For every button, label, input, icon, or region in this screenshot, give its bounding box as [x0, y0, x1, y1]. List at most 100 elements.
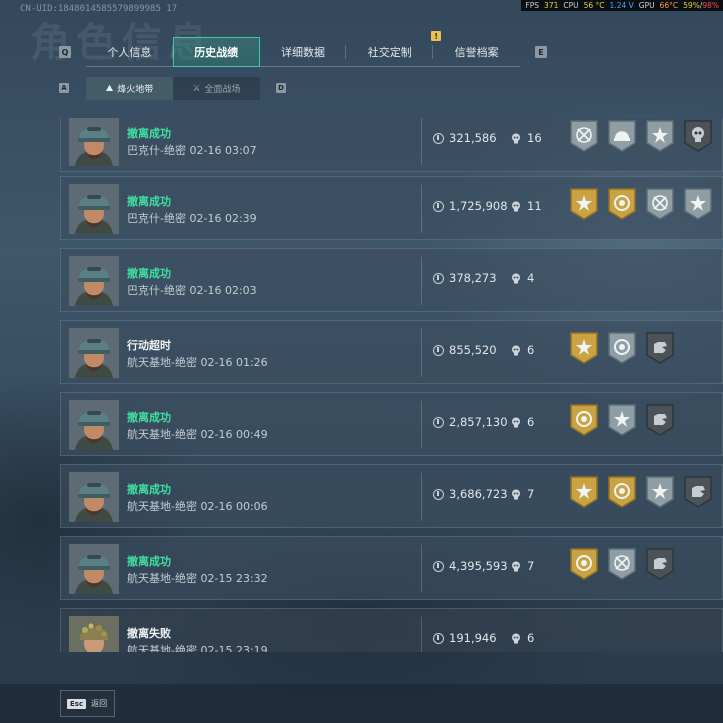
medal-list: [569, 475, 713, 509]
match-status: 撤离成功: [127, 555, 171, 568]
operator-avatar: [69, 256, 119, 306]
kills-value: 6: [527, 415, 535, 429]
back-label: 返回: [91, 699, 108, 708]
currency-icon: [433, 344, 444, 356]
star-medal-icon[interactable]: [645, 119, 675, 153]
star-medal-icon[interactable]: [607, 403, 637, 437]
mode-tabs: ⛰ 烽火地带 ⚔ 全面战场: [86, 77, 260, 100]
coin-medal-icon[interactable]: [607, 187, 637, 221]
subtab-full-battlefield[interactable]: ⚔ 全面战场: [173, 77, 260, 100]
star-medal-icon[interactable]: [569, 475, 599, 509]
skull-icon: [512, 201, 520, 211]
skull-icon: [512, 489, 520, 499]
prev-subtab-key[interactable]: A: [59, 83, 69, 93]
currency-icon: [433, 488, 444, 500]
operator-avatar: [69, 616, 119, 652]
kill-count: 7: [511, 487, 534, 501]
divider: [421, 185, 422, 233]
tab-label: 个人信息: [107, 46, 152, 59]
back-button[interactable]: Esc 返回: [60, 690, 115, 717]
coin-medal-icon[interactable]: [607, 475, 637, 509]
cpu-label: CPU: [563, 1, 579, 10]
tab-label: 信誉档案: [454, 46, 499, 59]
hand-medal-icon[interactable]: [645, 547, 675, 581]
match-detail: 巴克什-绝密 02-16 02:03: [127, 282, 257, 298]
skull-icon: [512, 345, 520, 355]
fps-label: FPS: [525, 1, 540, 10]
extract-value: 321,586: [433, 131, 497, 145]
usage-a: 59%: [683, 1, 700, 10]
extract-value: 1,725,908: [433, 199, 508, 213]
match-row[interactable]: 撤离成功 航天基地-绝密 02-15 23:32 4,395,593 7: [60, 536, 723, 600]
match-status: 撤离成功: [127, 195, 171, 208]
match-row[interactable]: 行动超时 航天基地-绝密 02-16 01:26 855,520 6: [60, 320, 723, 384]
match-status: 撤离成功: [127, 483, 171, 496]
hand-medal-icon[interactable]: [683, 475, 713, 509]
medal-list: [569, 403, 675, 437]
currency-icon: [433, 416, 444, 428]
operator-avatar: [69, 184, 119, 234]
match-row[interactable]: 撤离成功 航天基地-绝密 02-16 00:49 2,857,130 6: [60, 392, 723, 456]
kill-count: 11: [511, 199, 542, 213]
skull-medal-icon[interactable]: [683, 119, 713, 153]
kill-count: 6: [511, 631, 534, 645]
match-status: 撤离失败: [127, 627, 171, 640]
hand-medal-icon[interactable]: [645, 331, 675, 365]
hand-medal-icon[interactable]: [645, 403, 675, 437]
operator-avatar: [69, 118, 119, 166]
star-medal-icon[interactable]: [569, 187, 599, 221]
extract-value: 855,520: [433, 343, 497, 357]
next-subtab-key[interactable]: D: [276, 83, 286, 93]
coin-medal-icon[interactable]: [569, 547, 599, 581]
prev-tab-key[interactable]: Q: [59, 46, 71, 58]
match-row[interactable]: 撤离成功巴克什-绝密 02-16 02:03 378,273 4: [60, 248, 723, 312]
subtab-hazard-zone[interactable]: ⛰ 烽火地带: [86, 77, 173, 100]
cross-arrows-medal-icon[interactable]: [645, 187, 675, 221]
match-detail: 航天基地-绝密 02-16 01:26: [127, 354, 268, 370]
tab-label: 详细数据: [280, 46, 325, 59]
medal-list: [569, 331, 675, 365]
star-medal-icon[interactable]: [645, 475, 675, 509]
currency-icon: [433, 132, 444, 144]
coin-medal-icon[interactable]: [569, 403, 599, 437]
match-row[interactable]: 撤离成功 巴克什-绝密 02-16 02:39 1,725,908 11: [60, 176, 723, 240]
map-name: 航天基地-绝密: [127, 572, 197, 585]
kill-count: 6: [511, 415, 534, 429]
match-status: 行动超时: [127, 339, 171, 352]
map-name: 航天基地-绝密: [127, 500, 197, 513]
helmet-medal-icon[interactable]: [607, 119, 637, 153]
next-tab-key[interactable]: E: [535, 46, 547, 58]
tab-detailed-data[interactable]: 详细数据: [260, 37, 347, 67]
match-detail: 航天基地-绝密 02-16 00:06: [127, 498, 268, 514]
tab-match-history[interactable]: 历史战绩: [172, 37, 260, 67]
tab-reputation[interactable]: 信誉档案: [433, 37, 520, 67]
tab-personal-info[interactable]: 个人信息: [86, 37, 173, 67]
match-status: 撤离成功: [127, 267, 171, 280]
cross-arrows-medal-icon[interactable]: [607, 547, 637, 581]
extract-value: 4,395,593: [433, 559, 508, 573]
skull-icon: [512, 633, 520, 643]
main-tabs: 个人信息 历史战绩 详细数据 社交定制! 信誉档案: [86, 31, 520, 67]
value-amount: 855,520: [449, 343, 497, 357]
value-amount: 191,946: [449, 631, 497, 645]
operator-avatar: [69, 544, 119, 594]
match-row[interactable]: 撤离失败 航天基地-绝密 02-15 23:19 191,946 6: [60, 608, 723, 652]
value-amount: 2,857,130: [449, 415, 508, 429]
cross-arrows-medal-icon[interactable]: [569, 119, 599, 153]
esc-key: Esc: [67, 698, 87, 709]
divider: [421, 545, 422, 593]
match-history-list[interactable]: 撤离成功 巴克什-绝密 02-16 03:07 321,586 16 撤离成功 巴克什-绝…: [60, 118, 723, 652]
star-medal-icon[interactable]: [569, 331, 599, 365]
divider: [421, 473, 422, 521]
divider: [421, 329, 422, 377]
star-medal-icon[interactable]: [683, 187, 713, 221]
coin-medal-icon[interactable]: [607, 331, 637, 365]
extract-value: 378,273: [433, 271, 497, 285]
skull-icon: [512, 561, 520, 571]
extract-value: 191,946: [433, 631, 497, 645]
medal-list: [569, 547, 675, 581]
tab-social-custom[interactable]: 社交定制!: [346, 31, 442, 67]
kills-value: 4: [527, 271, 535, 285]
match-row[interactable]: 撤离成功 巴克什-绝密 02-16 03:07 321,586 16: [60, 118, 723, 172]
match-row[interactable]: 撤离成功 航天基地-绝密 02-16 00:06 3,686,723 7: [60, 464, 723, 528]
